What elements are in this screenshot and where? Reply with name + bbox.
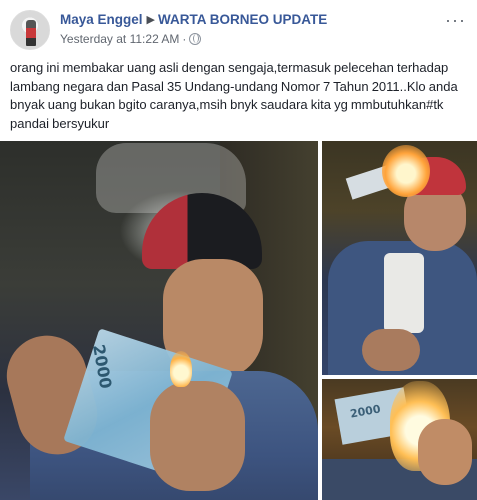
avatar-figure bbox=[26, 20, 36, 46]
globe-icon[interactable] bbox=[189, 33, 202, 45]
burning-flame bbox=[382, 145, 430, 197]
white-shirt bbox=[384, 253, 424, 333]
right-hand-lighter bbox=[150, 381, 245, 491]
share-arrow-icon: ▶ bbox=[146, 14, 155, 26]
photo-bottom-right[interactable]: 2000 bbox=[322, 379, 477, 500]
post-timestamp-link[interactable]: Yesterday at 11:22 AM bbox=[60, 32, 179, 46]
author-name-link[interactable]: Maya Enggel bbox=[60, 12, 143, 27]
more-options-icon[interactable]: ··· bbox=[445, 10, 466, 31]
hand bbox=[362, 329, 420, 371]
facebook-post: Maya Enggel ▶ WARTA BORNEO UPDATE Yesterda… bbox=[0, 0, 477, 500]
man-face bbox=[418, 419, 472, 485]
lighter-flame bbox=[170, 351, 192, 387]
group-name-link[interactable]: WARTA BORNEO UPDATE bbox=[158, 12, 327, 27]
post-header: Maya Enggel ▶ WARTA BORNEO UPDATE Yesterda… bbox=[10, 10, 470, 50]
post-caption: orang ini membakar uang asli dengan seng… bbox=[10, 59, 468, 133]
post-author-line: Maya Enggel ▶ WARTA BORNEO UPDATE bbox=[60, 12, 327, 27]
avatar[interactable] bbox=[10, 10, 50, 50]
caption-text: orang ini membakar uang asli dengan seng… bbox=[10, 60, 458, 131]
meta-dot: · bbox=[182, 32, 187, 46]
post-meta: Yesterday at 11:22 AM · bbox=[60, 32, 202, 46]
photo-grid: 2000 2000 bbox=[0, 141, 477, 500]
photo-top-right[interactable] bbox=[322, 141, 477, 375]
photo-main[interactable]: 2000 bbox=[0, 141, 318, 500]
